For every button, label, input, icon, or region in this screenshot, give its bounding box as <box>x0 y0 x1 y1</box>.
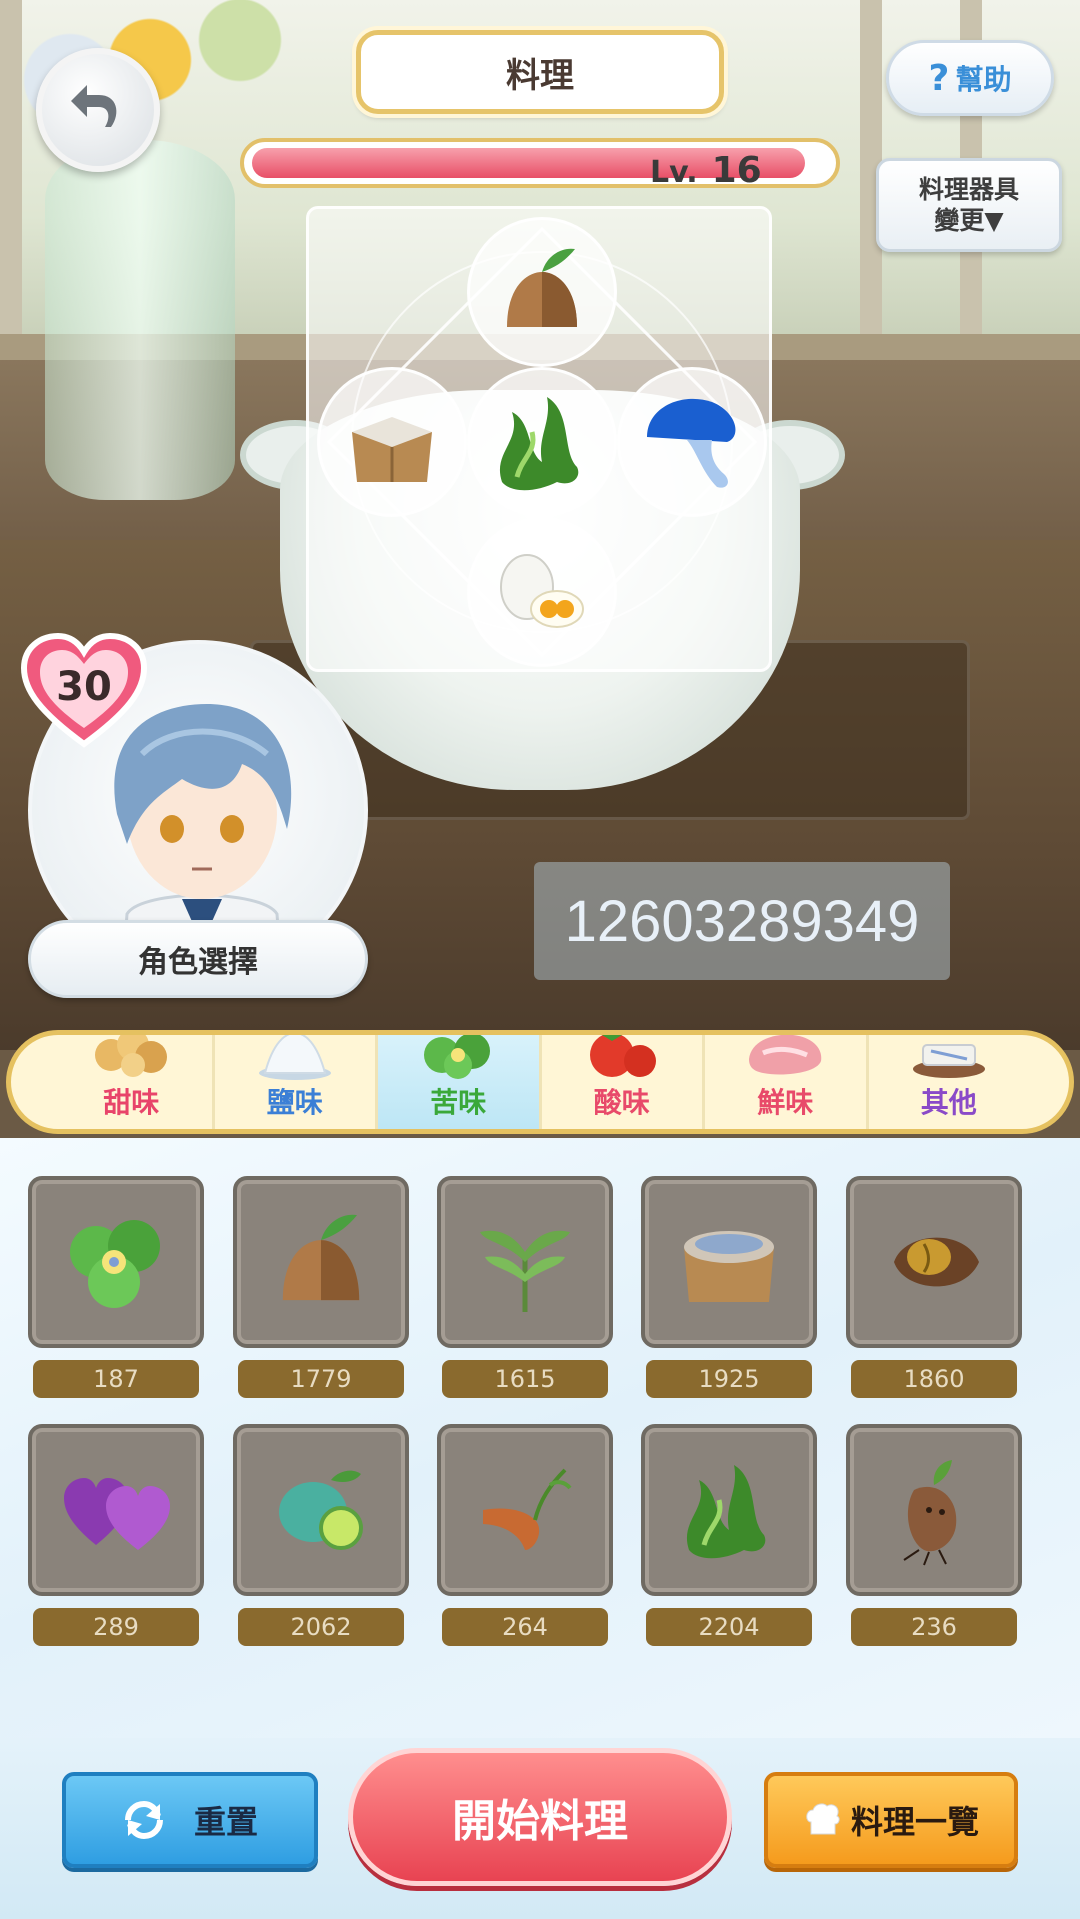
salt-icon <box>253 1035 337 1081</box>
seaweed-icon <box>641 1424 817 1596</box>
coffee-bean-icon <box>846 1176 1022 1348</box>
item-count: 1615 <box>442 1360 608 1398</box>
tab-other[interactable]: 其他 <box>869 1035 1030 1129</box>
affection-value: 30 <box>56 664 112 710</box>
help-label: 幫助 <box>955 63 1012 96</box>
ingredient-slot-top[interactable] <box>467 217 617 367</box>
level-indicator: Lv. 16 <box>650 150 762 191</box>
reset-button[interactable]: 重置 <box>62 1772 318 1868</box>
burdock-root-icon <box>437 1424 613 1596</box>
item-count: 2062 <box>238 1608 404 1646</box>
tab-bitter[interactable]: 苦味 <box>378 1035 542 1129</box>
inventory-item[interactable]: 187 <box>28 1176 204 1398</box>
change-utensil-button[interactable]: 料理器具 變更▼ <box>876 158 1062 252</box>
chef-hat-icon <box>806 1803 840 1835</box>
back-button[interactable] <box>36 48 160 172</box>
character-select-button[interactable]: 角色選擇 <box>28 920 368 998</box>
tab-label-sweet: 甜味 <box>103 1086 160 1119</box>
seaweed-icon <box>499 397 579 491</box>
tab-label-bitter: 苦味 <box>430 1086 487 1119</box>
nuts-icon <box>89 1035 173 1081</box>
question-icon: ? <box>928 57 950 99</box>
rice-box-icon <box>352 417 432 482</box>
item-count: 289 <box>33 1608 199 1646</box>
meat-icon <box>743 1035 827 1081</box>
ingredient-slot-center[interactable] <box>467 367 617 517</box>
eggs-icon <box>500 554 584 628</box>
inventory-item[interactable]: 264 <box>437 1424 613 1646</box>
level-value: 16 <box>711 150 762 191</box>
tab-umami[interactable]: 鮮味 <box>705 1035 869 1129</box>
inventory-item[interactable]: 289 <box>28 1424 204 1646</box>
chestnut-icon <box>507 248 577 327</box>
mandrake-icon <box>846 1424 1022 1596</box>
inventory-item[interactable]: 2204 <box>641 1424 817 1646</box>
level-prefix: Lv. <box>650 155 698 190</box>
item-count: 1860 <box>851 1360 1017 1398</box>
lime-icon <box>233 1424 409 1596</box>
tab-label-umami: 鮮味 <box>757 1086 814 1119</box>
tomato-icon <box>580 1035 664 1081</box>
inventory-item[interactable]: 236 <box>846 1424 1022 1646</box>
inventory-item[interactable]: 1615 <box>437 1176 613 1398</box>
item-count: 264 <box>442 1608 608 1646</box>
ingredient-slot-right[interactable] <box>617 367 767 517</box>
herb-leaves-icon <box>437 1176 613 1348</box>
tab-label-salty: 鹽味 <box>266 1086 323 1119</box>
back-arrow-icon <box>71 85 117 127</box>
refresh-icon <box>124 1800 163 1840</box>
item-count: 2204 <box>646 1608 812 1646</box>
blue-mushroom-icon <box>647 398 736 488</box>
inventory-item[interactable]: 1860 <box>846 1176 1022 1398</box>
start-cooking-button[interactable]: 開始料理 <box>348 1748 732 1886</box>
ingredient-slot-bottom[interactable] <box>467 517 617 667</box>
taste-category-tabs: 甜味 鹽味 苦味 酸味 鮮味 其他 <box>6 1030 1074 1134</box>
purple-heart-fruit-icon <box>28 1424 204 1596</box>
chestnut-icon <box>233 1176 409 1348</box>
rice-sack-icon <box>641 1176 817 1348</box>
item-count: 236 <box>851 1608 1017 1646</box>
tab-sour[interactable]: 酸味 <box>542 1035 705 1129</box>
inventory-item[interactable]: 2062 <box>233 1424 409 1646</box>
bitter-herb-icon <box>416 1035 500 1081</box>
overlay-id-text: 12603289349 <box>534 862 950 980</box>
recipe-list-button[interactable]: 料理一覽 <box>764 1772 1018 1868</box>
ingredient-slot-left[interactable] <box>317 367 467 517</box>
tab-label-other: 其他 <box>920 1086 977 1119</box>
page-title: 料理 <box>356 30 724 114</box>
inventory-item[interactable]: 1925 <box>641 1176 817 1398</box>
tab-sweet[interactable]: 甜味 <box>51 1035 215 1129</box>
item-count: 1925 <box>646 1360 812 1398</box>
reset-label: 重置 <box>193 1803 258 1841</box>
tab-label-sour: 酸味 <box>593 1086 650 1119</box>
help-button[interactable]: ? 幫助 <box>886 40 1054 116</box>
vase <box>45 140 235 500</box>
other-icon <box>907 1035 991 1081</box>
green-flower-icon <box>28 1176 204 1348</box>
tab-salty[interactable]: 鹽味 <box>215 1035 378 1129</box>
utensil-label-line1: 料理器具 <box>918 174 1019 204</box>
utensil-label-line2: 變更▼ <box>934 206 1004 235</box>
inventory-item[interactable]: 1779 <box>233 1176 409 1398</box>
item-count: 1779 <box>238 1360 404 1398</box>
item-count: 187 <box>33 1360 199 1398</box>
recipe-ingredient-frame <box>306 206 772 672</box>
recipe-list-label: 料理一覽 <box>850 1803 979 1841</box>
